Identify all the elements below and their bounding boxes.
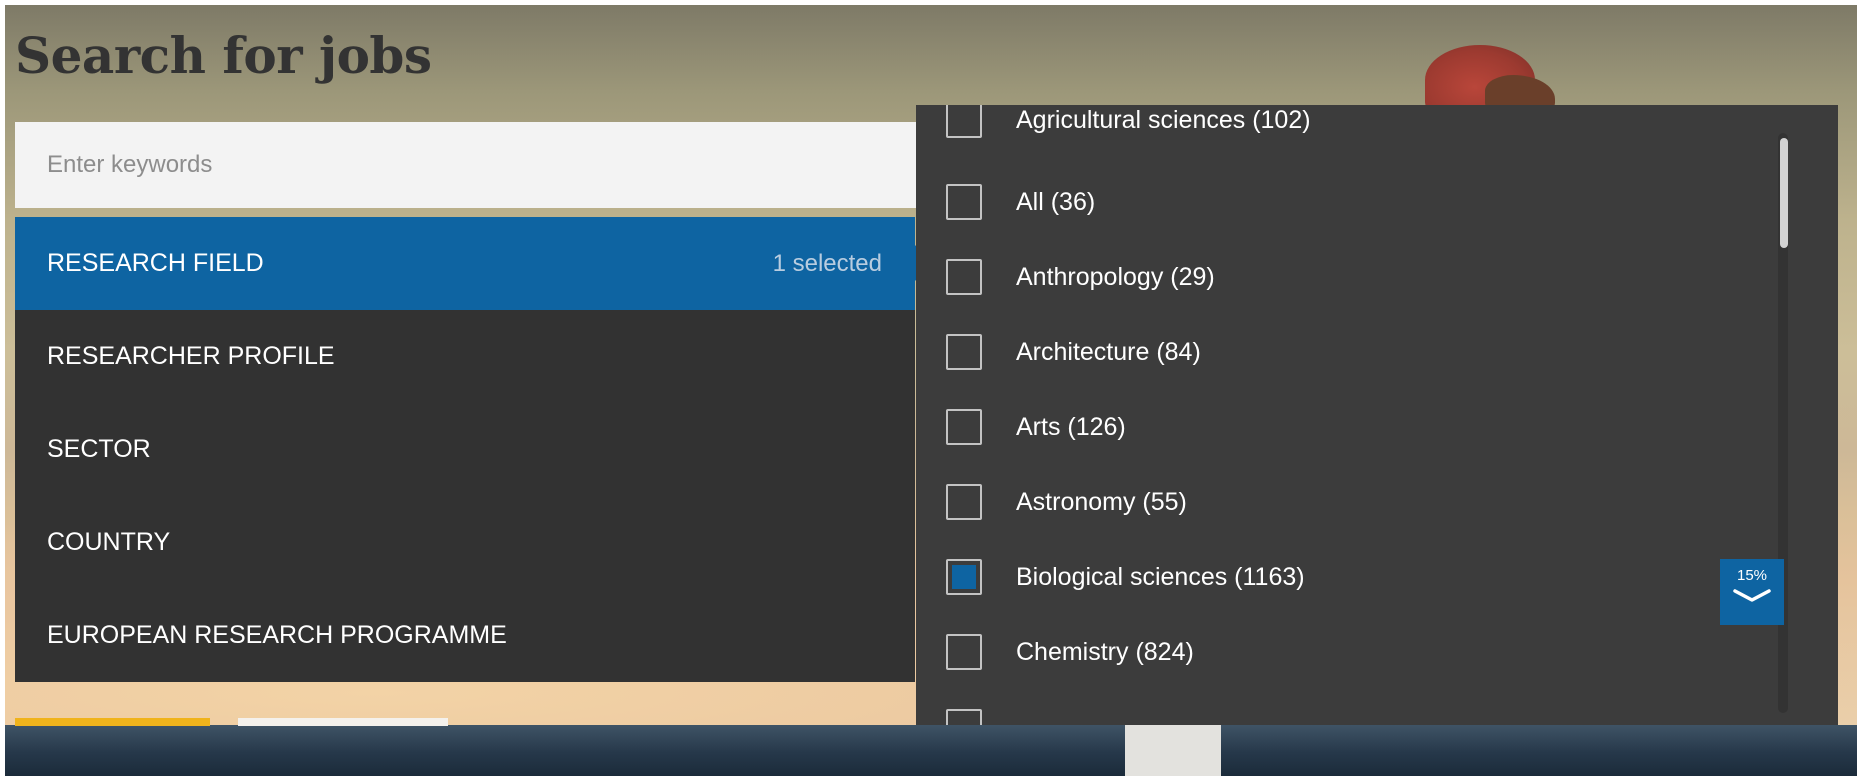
option-all[interactable]: All (36): [946, 182, 1095, 222]
filter-selected-count: 1 selected: [772, 249, 882, 277]
option-arts[interactable]: Arts (126): [946, 407, 1126, 447]
filter-label: SECTOR: [47, 435, 151, 463]
option-label: Astronomy (55): [1016, 487, 1187, 516]
checkbox[interactable]: [946, 105, 982, 138]
page-title: Search for jobs: [15, 26, 432, 85]
chevron-down-icon: [1733, 589, 1771, 602]
filter-sector[interactable]: SECTOR: [15, 403, 915, 496]
checkbox[interactable]: [946, 409, 982, 445]
option-label: Architecture (84): [1016, 337, 1201, 366]
checkbox[interactable]: [946, 709, 982, 725]
option-label: Arts (126): [1016, 412, 1126, 441]
scroll-progress-label: 15%: [1736, 567, 1768, 584]
filter-european-research-programme[interactable]: EUROPEAN RESEARCH PROGRAMME: [15, 589, 915, 682]
options-scrollbar-thumb[interactable]: [1780, 138, 1788, 248]
option-chemistry[interactable]: Chemistry (824): [946, 632, 1194, 672]
research-field-options-panel: Agricultural sciences (102) All (36) Ant…: [916, 105, 1838, 725]
checkbox[interactable]: [946, 634, 982, 670]
filter-label: EUROPEAN RESEARCH PROGRAMME: [47, 621, 507, 649]
checkbox[interactable]: [946, 259, 982, 295]
filter-label: COUNTRY: [47, 528, 171, 556]
ocean-strip: [5, 725, 1857, 776]
checkbox[interactable]: [946, 484, 982, 520]
option-astronomy[interactable]: Astronomy (55): [946, 482, 1187, 522]
filter-research-field[interactable]: RESEARCH FIELD 1 selected: [15, 217, 931, 310]
filter-label: RESEARCH FIELD: [47, 249, 264, 277]
filter-researcher-profile[interactable]: RESEARCHER PROFILE: [15, 310, 915, 403]
checkbox[interactable]: [946, 334, 982, 370]
yellow-button-edge[interactable]: [15, 718, 210, 726]
checkbox-checked[interactable]: [946, 559, 982, 595]
keyword-search-input[interactable]: [15, 122, 920, 208]
scroll-progress-button[interactable]: 15%: [1720, 559, 1784, 625]
option-label: Chemistry (824): [1016, 637, 1194, 666]
option-label: All (36): [1016, 187, 1096, 216]
document-thumbnail[interactable]: [1125, 725, 1221, 776]
option-label: Biological sciences (1163): [1016, 562, 1305, 591]
option-agricultural-sciences[interactable]: Agricultural sciences (102): [946, 105, 1311, 140]
option-label: Agricultural sciences (102): [1016, 105, 1311, 134]
filter-category-list: RESEARCH FIELD 1 selected RESEARCHER PRO…: [15, 217, 931, 682]
option-next-partial[interactable]: [946, 707, 982, 725]
checkbox[interactable]: [946, 184, 982, 220]
filter-country[interactable]: COUNTRY: [15, 496, 915, 589]
white-button-edge[interactable]: [238, 718, 448, 726]
option-label: Anthropology (29): [1016, 262, 1215, 291]
filter-label: RESEARCHER PROFILE: [47, 342, 335, 370]
option-anthropology[interactable]: Anthropology (29): [946, 257, 1215, 297]
option-biological-sciences[interactable]: Biological sciences (1163): [946, 557, 1305, 597]
option-architecture[interactable]: Architecture (84): [946, 332, 1201, 372]
